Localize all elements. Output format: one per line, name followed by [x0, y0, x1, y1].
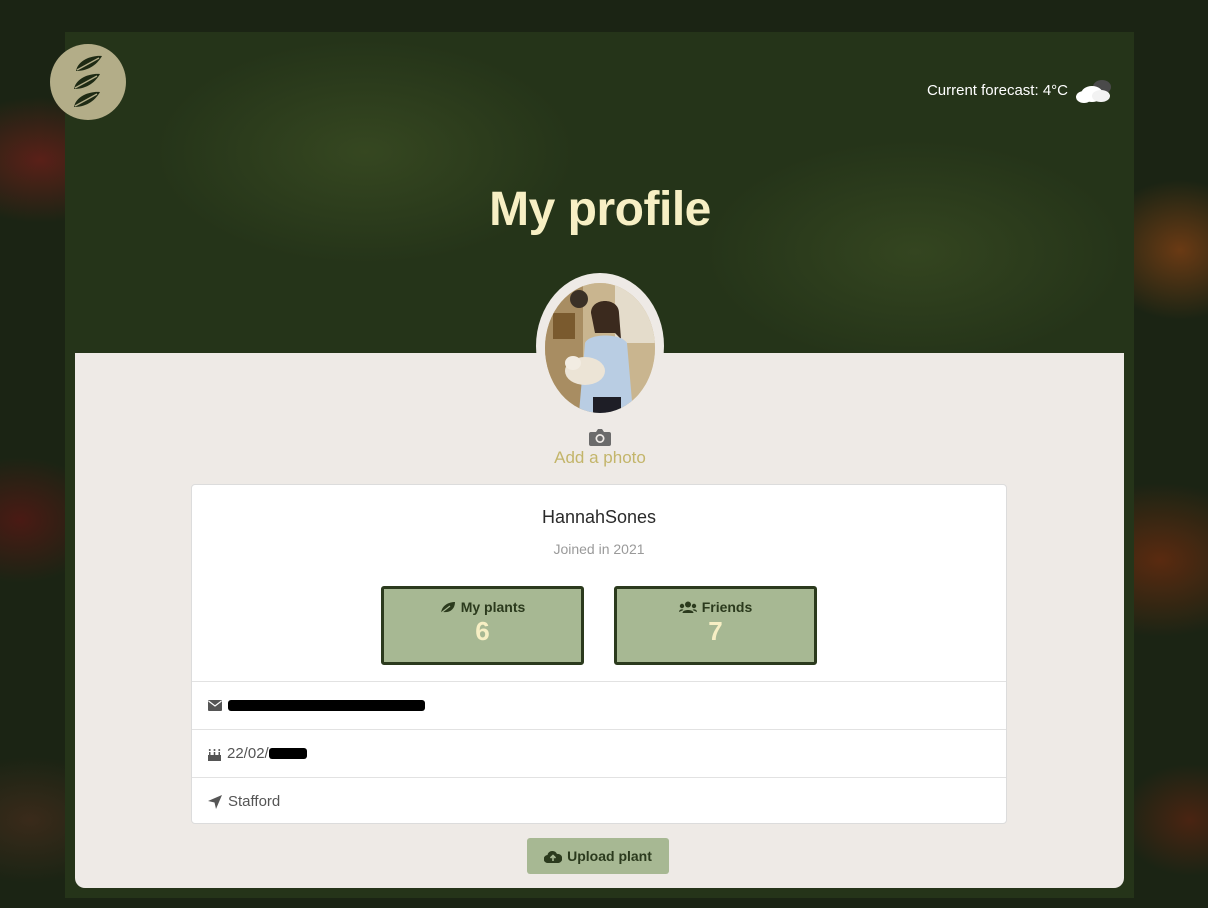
users-icon: [678, 601, 697, 613]
leaf-icon: [74, 55, 102, 107]
location-arrow-icon: [208, 794, 222, 809]
birthday-text: 22/02/: [227, 745, 269, 762]
cloud-upload-icon: [544, 850, 563, 863]
friends-stat[interactable]: Friends 7: [614, 586, 817, 665]
profile-photo: [545, 283, 655, 413]
friends-label: Friends: [701, 599, 753, 615]
my-plants-label: My plants: [460, 599, 526, 615]
forecast-text: Current forecast: 4°C: [926, 81, 1068, 99]
upload-plant-button[interactable]: Upload plant: [527, 838, 669, 874]
my-plants-count: 6: [475, 616, 490, 646]
cake-icon: [208, 748, 221, 761]
upload-plant-label: Upload plant: [567, 848, 652, 864]
profile-card: HannahSones Joined in 2021 My plants 6 F…: [191, 484, 1007, 824]
weather-forecast: Current forecast: 4°C: [927, 76, 1116, 104]
envelope-icon: [208, 700, 222, 711]
add-photo-button[interactable]: Add a photo: [500, 428, 700, 468]
location-row: Stafford: [192, 777, 1006, 825]
username: HannahSones: [541, 507, 657, 527]
location-text: Stafford: [228, 793, 281, 810]
page-title: My profile: [489, 183, 711, 236]
camera-icon: [589, 429, 611, 446]
app-logo[interactable]: [50, 44, 126, 120]
redacted-email: [228, 700, 425, 711]
leaf-icon: [440, 601, 455, 613]
add-photo-label: Add a photo: [554, 448, 646, 467]
avatar[interactable]: [545, 283, 655, 413]
my-plants-stat[interactable]: My plants 6: [381, 586, 584, 665]
friends-count: 7: [708, 616, 723, 646]
email-row: [192, 681, 1006, 729]
cloud-icon: [1076, 80, 1111, 103]
birthday-row: 22/02/: [192, 729, 1006, 777]
redacted-year: [268, 748, 307, 759]
joined-date: Joined in 2021: [553, 541, 645, 557]
